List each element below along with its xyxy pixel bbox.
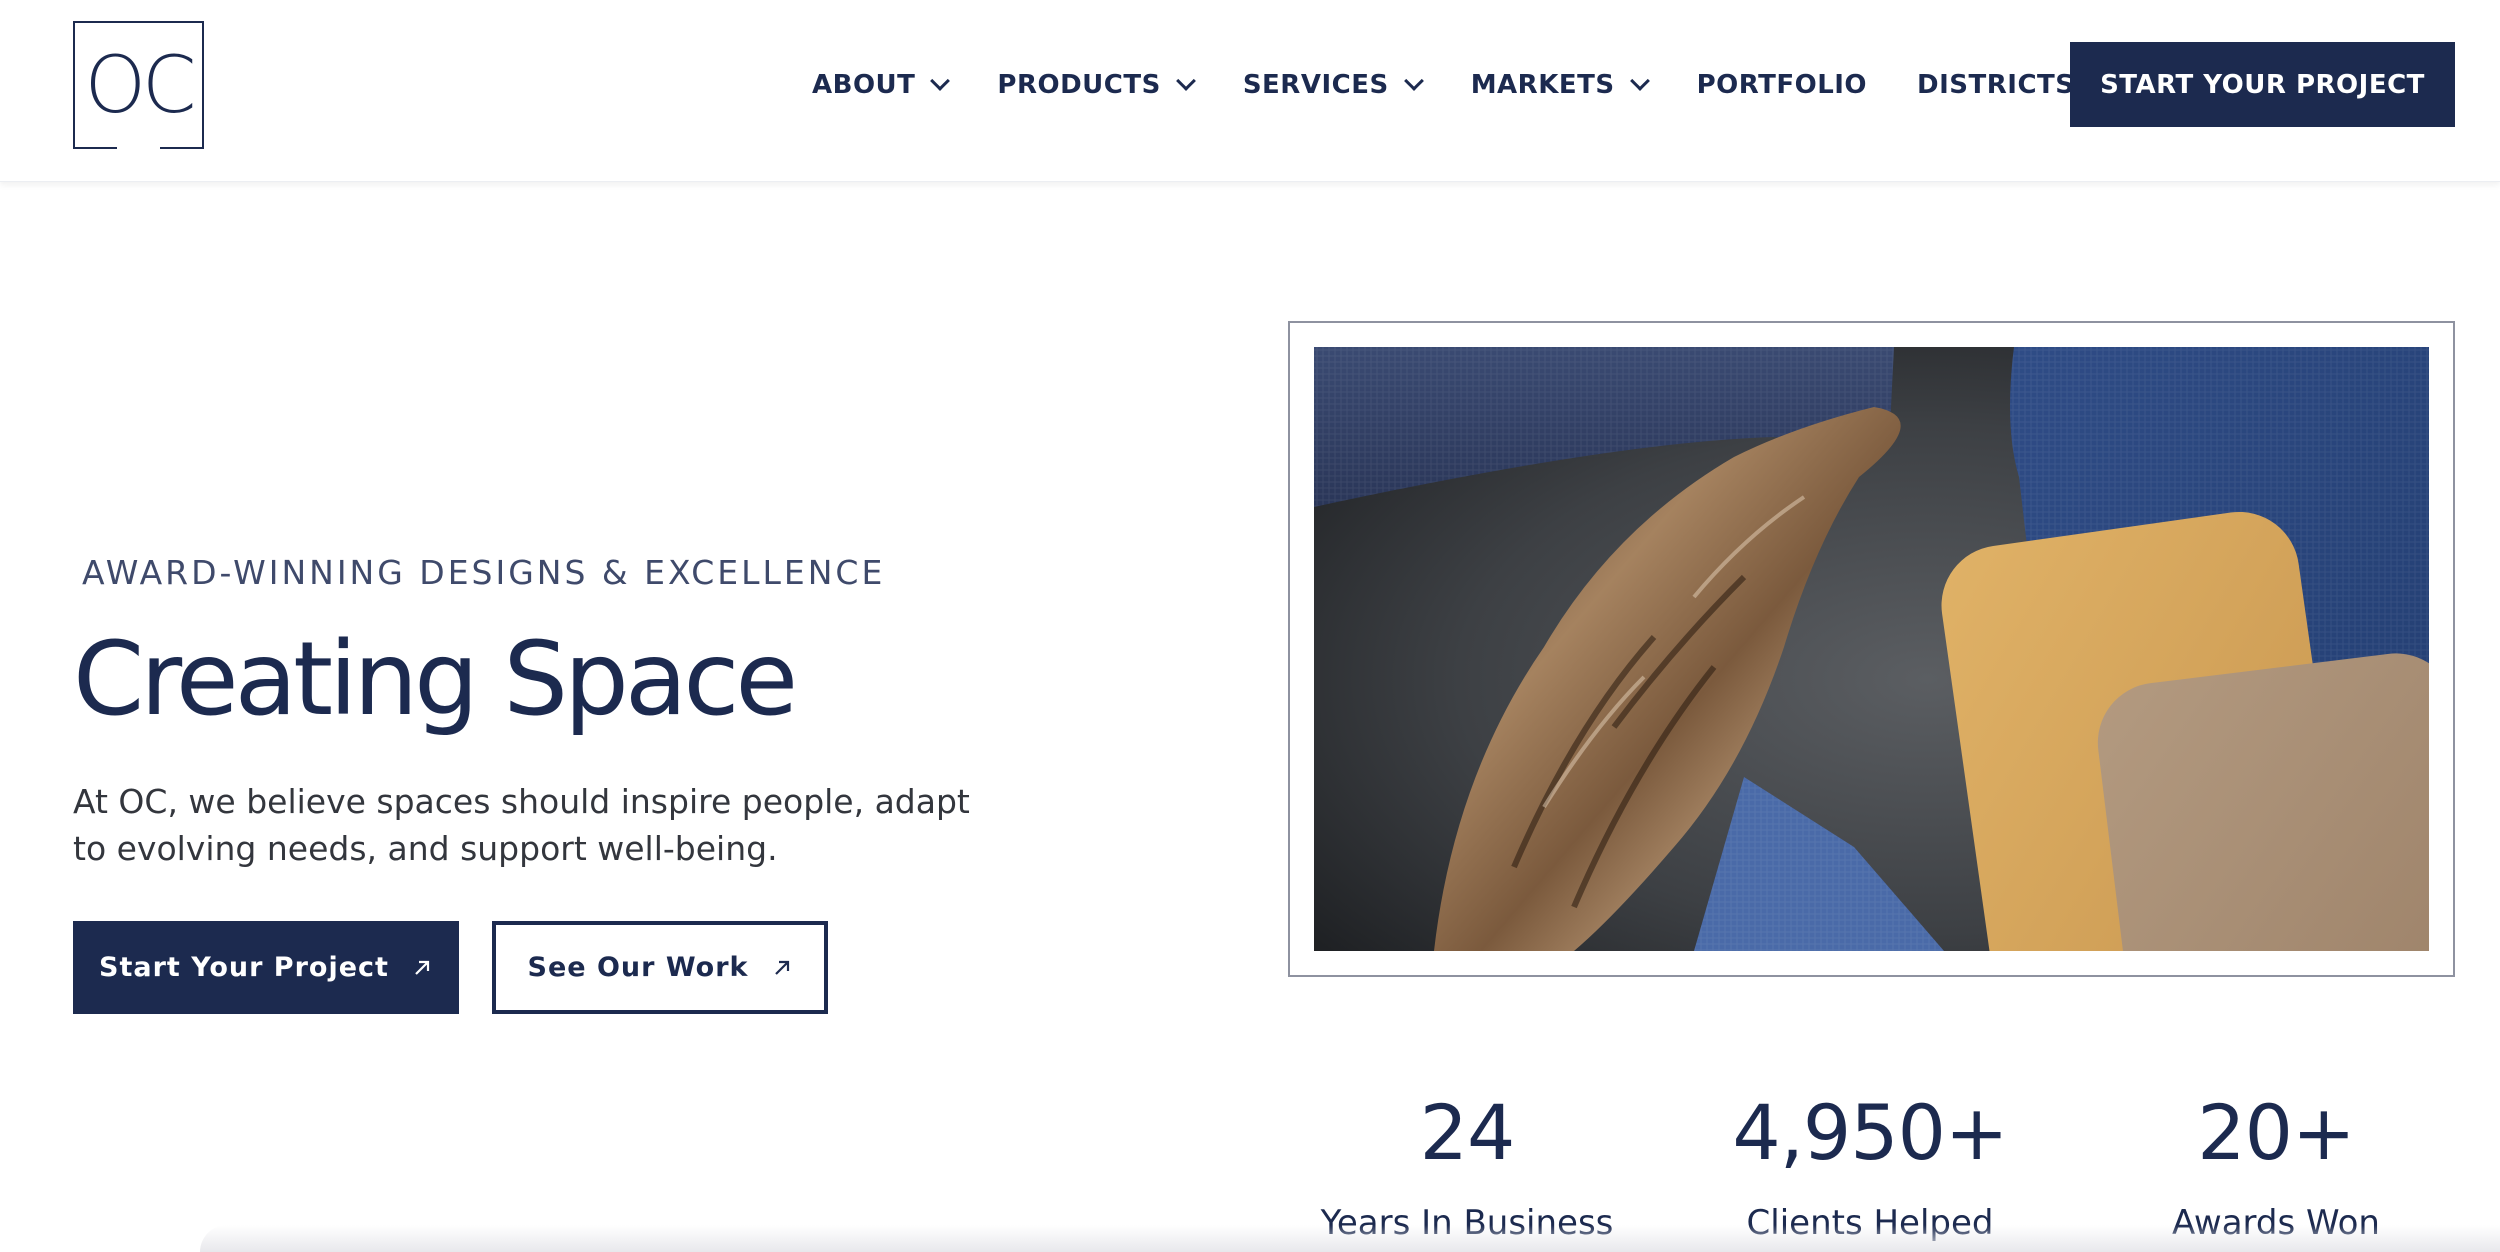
nav-label: MARKETS xyxy=(1470,70,1615,100)
main-nav: ABOUT PRODUCTS SERVICES MARKETS PORTFOLI… xyxy=(812,62,2156,108)
nav-item-products[interactable]: PRODUCTS xyxy=(997,70,1196,100)
start-project-header-button[interactable]: START YOUR PROJECT xyxy=(2070,42,2455,127)
stat-clients: 4,950+ Clients Helped xyxy=(1690,1088,2050,1244)
chevron-down-icon xyxy=(930,71,951,91)
oc-logo[interactable]: OC xyxy=(73,21,204,149)
button-label: Start Your Project xyxy=(99,952,389,983)
next-section-edge xyxy=(200,1225,2500,1252)
arrow-up-right-icon xyxy=(415,960,430,975)
nav-item-markets[interactable]: MARKETS xyxy=(1470,70,1650,100)
arrow-up-right-icon xyxy=(774,960,789,975)
stat-years: 24 Years In Business xyxy=(1287,1088,1647,1244)
stat-value: 4,950+ xyxy=(1732,1088,2008,1177)
hero-description: At OC, we believe spaces should inspire … xyxy=(73,782,970,868)
button-label: See Our Work xyxy=(527,952,749,983)
nav-label: ABOUT xyxy=(812,70,916,100)
nav-label: PORTFOLIO xyxy=(1696,70,1868,100)
nav-item-portfolio[interactable]: PORTFOLIO xyxy=(1697,70,1867,100)
stat-awards: 20+ Awards Won xyxy=(2096,1088,2456,1244)
chevron-down-icon xyxy=(1175,71,1196,91)
hero-eyebrow: AWARD-WINNING DESIGNS & EXCELLENCE xyxy=(82,553,886,592)
nav-label: PRODUCTS xyxy=(997,70,1161,100)
stat-value: 24 xyxy=(1419,1088,1516,1177)
nav-label: DISTRICTS xyxy=(1917,70,2075,100)
nav-item-services[interactable]: SERVICES xyxy=(1242,70,1424,100)
logo-text: OC xyxy=(84,41,197,131)
nav-item-about[interactable]: ABOUT xyxy=(812,70,951,100)
see-our-work-button[interactable]: See Our Work xyxy=(492,921,828,1014)
chevron-down-icon xyxy=(1403,71,1424,91)
hero-image-material-samples xyxy=(1314,347,2429,951)
stat-value: 20+ xyxy=(2197,1088,2355,1177)
hero-title: Creating Space xyxy=(73,620,798,739)
start-project-button[interactable]: Start Your Project xyxy=(73,921,459,1014)
nav-label: SERVICES xyxy=(1242,70,1389,100)
site-header: OC ABOUT PRODUCTS SERVICES MARKETS PORTF… xyxy=(0,0,2500,182)
chevron-down-icon xyxy=(1629,71,1650,91)
